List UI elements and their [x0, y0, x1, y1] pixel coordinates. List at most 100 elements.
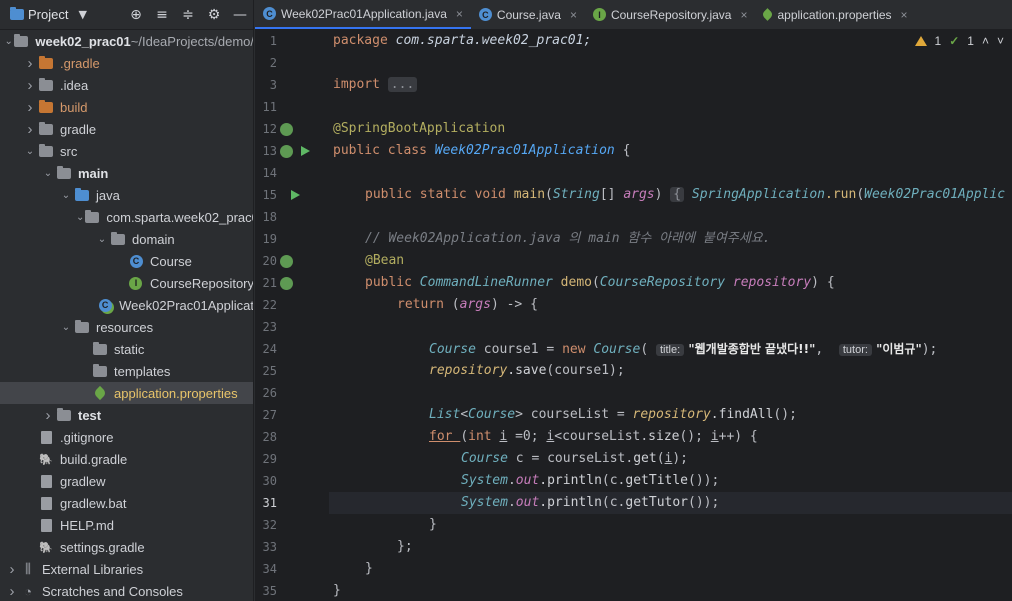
tree-item[interactable]: static	[0, 338, 253, 360]
code-line-25: repository.save(course1);	[429, 363, 625, 378]
chevron-right-icon[interactable]: ›	[22, 99, 38, 116]
project-view-title[interactable]: Project	[28, 7, 68, 22]
tree-item[interactable]: ⌄ src	[0, 140, 253, 162]
tree-item[interactable]: 🐘 build.gradle	[0, 448, 253, 470]
chevron-down-icon[interactable]: ⌄	[58, 322, 74, 333]
tree-item-label: week02_prac01	[35, 33, 131, 49]
code-line-1: package com.sparta.week02_prac01;	[333, 33, 592, 48]
code-line-20: @Bean	[365, 253, 405, 268]
tree-item[interactable]: I CourseRepository	[0, 272, 253, 294]
tree-item[interactable]: C Course	[0, 250, 253, 272]
tree-item[interactable]: ⌄ week02_prac01 ~/IdeaProjects/demo/	[0, 30, 254, 52]
folded-imports[interactable]: ...	[387, 77, 418, 92]
expand-all-icon[interactable]: ≡	[149, 3, 175, 27]
tree-item[interactable]: ⌄ com.sparta.week02_prac0	[0, 206, 253, 228]
tree-item-label: build	[60, 99, 88, 115]
gradle-icon: 🐘	[39, 453, 53, 466]
code-line-12: @SpringBootApplication	[333, 121, 506, 136]
tree-item[interactable]: 🐘 settings.gradle	[0, 536, 253, 558]
tree-item[interactable]: ⌄ resources	[0, 316, 253, 338]
tree-item[interactable]: ⌄ main	[0, 162, 253, 184]
tree-item[interactable]: › gradle	[0, 118, 253, 140]
code-line-32: }	[429, 517, 437, 532]
tree-item[interactable]: templates	[0, 360, 253, 382]
package-icon	[84, 209, 100, 225]
chevron-down-icon[interactable]: ⌄	[4, 36, 13, 47]
tree-item-path: ~/IdeaProjects/demo/	[130, 33, 254, 49]
tree-item-label: application.properties	[114, 385, 238, 401]
editor-tab[interactable]: C Week02Prac01Application.java ×	[255, 0, 471, 29]
collapse-all-icon[interactable]: ≑	[175, 3, 201, 27]
chevron-down-icon[interactable]: ⌄	[94, 234, 110, 245]
chevron-down-icon[interactable]: ⌄	[40, 168, 56, 179]
tree-item-label: gradlew	[60, 473, 106, 489]
tree-item[interactable]: ⌄ domain	[0, 228, 253, 250]
chevron-down-icon[interactable]: ⌄	[58, 190, 74, 201]
close-icon[interactable]: ×	[456, 7, 463, 21]
scratch-icon: ◔	[24, 583, 32, 599]
file-icon	[38, 495, 54, 511]
editor-tab[interactable]: application.properties ×	[755, 0, 915, 29]
tree-item-label: test	[78, 407, 102, 423]
gear-icon[interactable]: ⚙	[201, 3, 227, 27]
folder-icon	[74, 187, 90, 203]
tab-label: Week02Prac01Application.java	[281, 6, 447, 21]
code-area[interactable]: package com.sparta.week02_prac01; import…	[255, 30, 1012, 601]
tree-item-label: .gradle	[60, 55, 100, 71]
project-tree: ⌄ week02_prac01 ~/IdeaProjects/demo/ › .gra…	[0, 30, 254, 601]
tree-item[interactable]: C Week02Prac01Applicat	[0, 294, 253, 316]
class-icon: C	[478, 8, 492, 21]
tree-item[interactable]: application.properties	[0, 382, 253, 404]
tree-item[interactable]: gradlew.bat	[0, 492, 253, 514]
chevron-down-icon[interactable]: ▼	[78, 8, 86, 21]
tree-item[interactable]: › .idea	[0, 74, 253, 96]
tree-item[interactable]: gradlew	[0, 470, 253, 492]
chevron-right-icon[interactable]: ›	[22, 77, 38, 94]
code-editor[interactable]: 1 2 3 11 12 13 14 15 18 19 20 21 22 23 24 25 26 27 28 29 30 3…	[255, 30, 1012, 601]
tree-item-label: Scratches and Consoles	[42, 583, 183, 599]
chevron-right-icon[interactable]: ›	[40, 407, 56, 424]
project-panel: Project ▼ ⊕ ≡ ≑ ⚙ — ⌄ week02_prac01 ~/Ide…	[0, 0, 254, 601]
chevron-right-icon[interactable]: ›	[22, 55, 38, 72]
spring-class-icon: C	[263, 7, 276, 20]
tree-item[interactable]: › ⫼ External Libraries	[0, 558, 253, 580]
inspection-indicators[interactable]: 1 ✓ 1 ˄ ˅	[914, 34, 1004, 48]
param-hint-tutor: tutor:	[838, 344, 872, 356]
code-line-13: public class Week02Prac01Application {	[333, 143, 631, 158]
close-icon[interactable]: ×	[570, 8, 577, 22]
close-icon[interactable]: ×	[901, 8, 908, 22]
chevron-down-icon[interactable]: ⌄	[76, 212, 84, 223]
tree-item-label: Course	[150, 253, 192, 269]
code-line-24: Course course1 = new Course( title: "웹개발…	[429, 342, 938, 357]
class-icon: C	[128, 253, 144, 269]
tree-item[interactable]: .gitignore	[0, 426, 253, 448]
resources-folder-icon	[74, 319, 90, 335]
editor-tab[interactable]: C Course.java ×	[471, 0, 585, 29]
chevron-up-icon[interactable]: ˄	[982, 34, 989, 48]
code-line-29: Course c = courseList.get(i);	[461, 451, 688, 466]
chevron-right-icon[interactable]: ›	[22, 121, 38, 138]
chevron-down-icon[interactable]: ⌄	[22, 146, 38, 157]
code-line-22: return (args) -> {	[397, 297, 538, 312]
code-line-34: }	[365, 561, 373, 576]
tree-item[interactable]: › .gradle	[0, 52, 253, 74]
tree-item[interactable]: › test	[0, 404, 253, 426]
close-icon[interactable]: ×	[740, 8, 747, 22]
tree-item-label: .gitignore	[60, 429, 114, 445]
tree-item[interactable]: › build	[0, 96, 253, 118]
interface-icon: I	[128, 275, 144, 291]
minimize-icon[interactable]: —	[227, 3, 253, 27]
locate-icon[interactable]: ⊕	[123, 3, 149, 27]
editor-tab[interactable]: I CourseRepository.java ×	[585, 0, 756, 29]
chevron-right-icon[interactable]: ›	[4, 561, 20, 578]
tree-item[interactable]: HELP.md	[0, 514, 253, 536]
folder-icon	[92, 363, 108, 379]
chevron-down-icon[interactable]: ˅	[997, 34, 1004, 48]
tree-item-label: gradle	[60, 121, 97, 137]
tree-item[interactable]: › ◔ Scratches and Consoles	[0, 580, 253, 601]
check-icon: ✓	[949, 34, 960, 48]
chevron-right-icon[interactable]: ›	[4, 583, 20, 600]
spring-leaf-icon	[761, 8, 775, 21]
tree-item[interactable]: ⌄ java	[0, 184, 253, 206]
folder-icon	[56, 165, 72, 181]
